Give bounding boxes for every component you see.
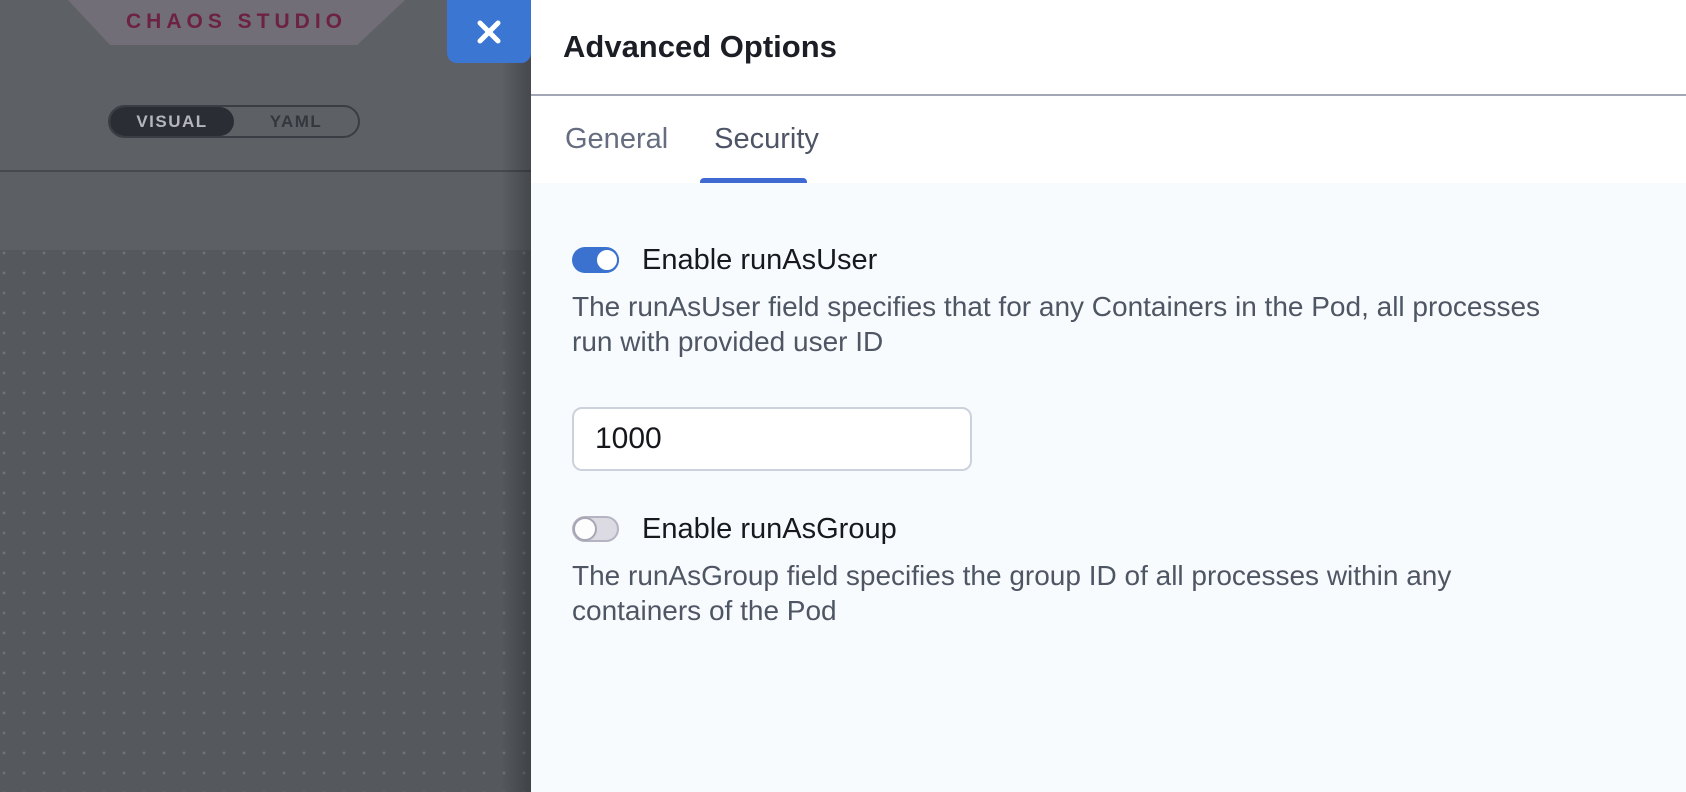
drawer-title: Advanced Options bbox=[563, 29, 837, 65]
run-as-user-description: The runAsUser field specifies that for a… bbox=[572, 289, 1606, 359]
toggle-knob bbox=[573, 517, 597, 541]
drawer-tabbar: General Security bbox=[531, 96, 1686, 183]
run-as-group-description-line1: The runAsGroup field specifies the group… bbox=[572, 558, 1606, 593]
security-tab-panel: Enable runAsUser The runAsUser field spe… bbox=[531, 183, 1686, 792]
enable-run-as-group-toggle[interactable] bbox=[572, 516, 619, 542]
run-as-user-row: Enable runAsUser bbox=[572, 247, 1606, 273]
drawer-close-button[interactable] bbox=[447, 0, 531, 63]
advanced-options-drawer: Advanced Options General Security Enable… bbox=[531, 0, 1686, 792]
close-icon bbox=[475, 18, 503, 46]
toggle-knob bbox=[595, 248, 619, 272]
drawer-header: Advanced Options bbox=[531, 0, 1686, 96]
visual-yaml-toggle: VISUAL YAML bbox=[108, 105, 360, 138]
enable-run-as-user-toggle[interactable] bbox=[572, 247, 619, 273]
run-as-user-label: Enable runAsUser bbox=[642, 244, 877, 277]
chaos-studio-banner-label: CHAOS STUDIO bbox=[126, 10, 347, 36]
run-as-user-description-line1: The runAsUser field specifies that for a… bbox=[572, 289, 1606, 324]
tab-general[interactable]: General bbox=[563, 96, 670, 183]
pipeline-dotted-canvas bbox=[0, 250, 531, 792]
run-as-group-row: Enable runAsGroup bbox=[572, 516, 1606, 542]
chaos-studio-workspace: CHAOS STUDIO VISUAL YAML bbox=[0, 0, 531, 792]
run-as-user-value-input[interactable] bbox=[572, 407, 972, 471]
chaos-studio-banner: CHAOS STUDIO bbox=[68, 0, 405, 45]
visual-toggle-button[interactable]: VISUAL bbox=[110, 107, 234, 136]
run-as-group-description-line2: containers of the Pod bbox=[572, 593, 1606, 628]
studio-subheader bbox=[0, 172, 531, 250]
run-as-user-description-line2: run with provided user ID bbox=[572, 324, 1606, 359]
run-as-group-label: Enable runAsGroup bbox=[642, 513, 897, 546]
tab-security[interactable]: Security bbox=[712, 96, 821, 183]
run-as-group-description: The runAsGroup field specifies the group… bbox=[572, 558, 1606, 628]
yaml-toggle-button[interactable]: YAML bbox=[234, 107, 358, 136]
